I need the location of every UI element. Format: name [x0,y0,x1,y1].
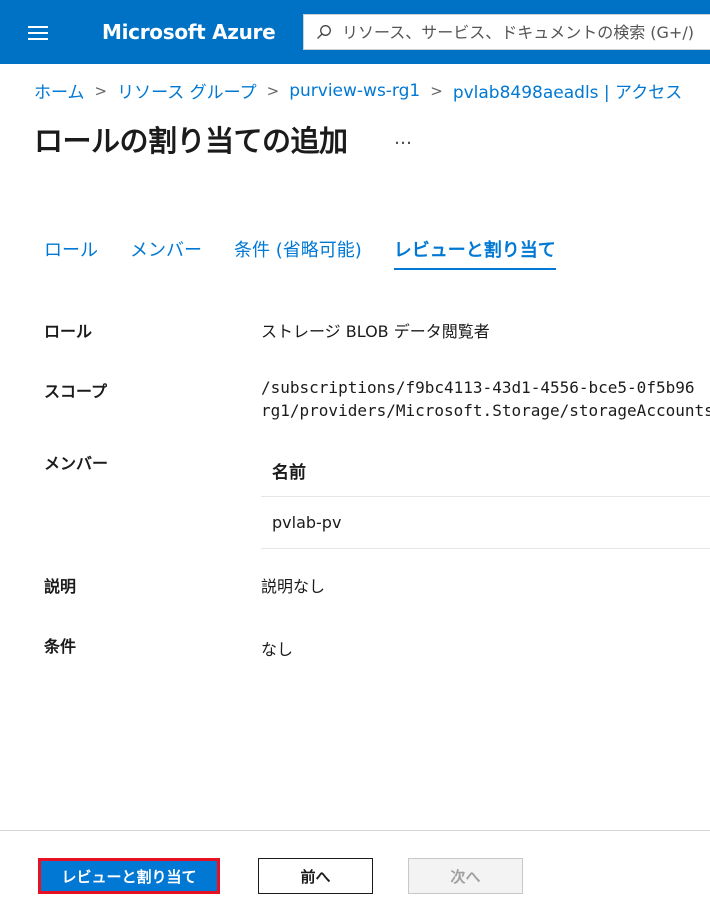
description-value: 説明なし [261,577,326,596]
breadcrumb: ホーム > リソース グループ > purview-ws-rg1 > pvlab… [34,78,682,104]
conditions-label: 条件 [44,637,77,656]
column-header-name: 名前 [261,450,710,497]
description-label: 説明 [44,577,77,596]
table-row: pvlab-pv [261,497,710,549]
breadcrumb-home[interactable]: ホーム [34,78,85,103]
more-options-icon[interactable]: … [394,128,412,149]
page-title: ロールの割り当ての追加 [34,124,348,158]
footer-divider [0,830,710,831]
breadcrumb-resource-group[interactable]: purview-ws-rg1 [289,81,420,101]
chevron-right-icon: > [430,81,443,100]
search-input[interactable] [340,21,704,43]
scope-label: スコープ [44,382,108,401]
next-button[interactable]: 次へ [408,858,523,894]
chevron-right-icon: > [94,81,108,100]
top-bar: Microsoft Azure [0,0,710,64]
scope-value-line2: rg1/providers/Microsoft.Storage/storageA… [261,401,710,420]
search-icon [317,25,331,39]
review-assign-button[interactable]: レビューと割り当て [38,858,220,894]
brand-title[interactable]: Microsoft Azure [102,20,276,44]
role-value: ストレージ BLOB データ閲覧者 [261,322,490,341]
tab-conditions[interactable]: 条件 (省略可能) [234,236,362,270]
tab-review-assign[interactable]: レビューと割り当て [393,236,556,270]
tab-members[interactable]: メンバー [130,236,202,270]
wizard-tabs: ロール メンバー 条件 (省略可能) レビューと割り当て [44,236,588,270]
menu-icon[interactable] [28,22,58,42]
conditions-value: なし [261,640,294,659]
previous-button[interactable]: 前へ [258,858,373,894]
search-box[interactable] [303,14,710,50]
chevron-right-icon: > [266,81,280,100]
breadcrumb-storage-account[interactable]: pvlab8498aeadls | アクセス [453,78,682,103]
breadcrumb-resource-groups[interactable]: リソース グループ [117,78,257,103]
members-label: メンバー [44,454,109,473]
members-table: 名前 pvlab-pv [261,450,710,549]
scope-value-line1: /subscriptions/f9bc4113-43d1-4556-bce5-0… [261,378,695,397]
tab-role[interactable]: ロール [44,236,98,270]
role-label: ロール [44,322,93,341]
